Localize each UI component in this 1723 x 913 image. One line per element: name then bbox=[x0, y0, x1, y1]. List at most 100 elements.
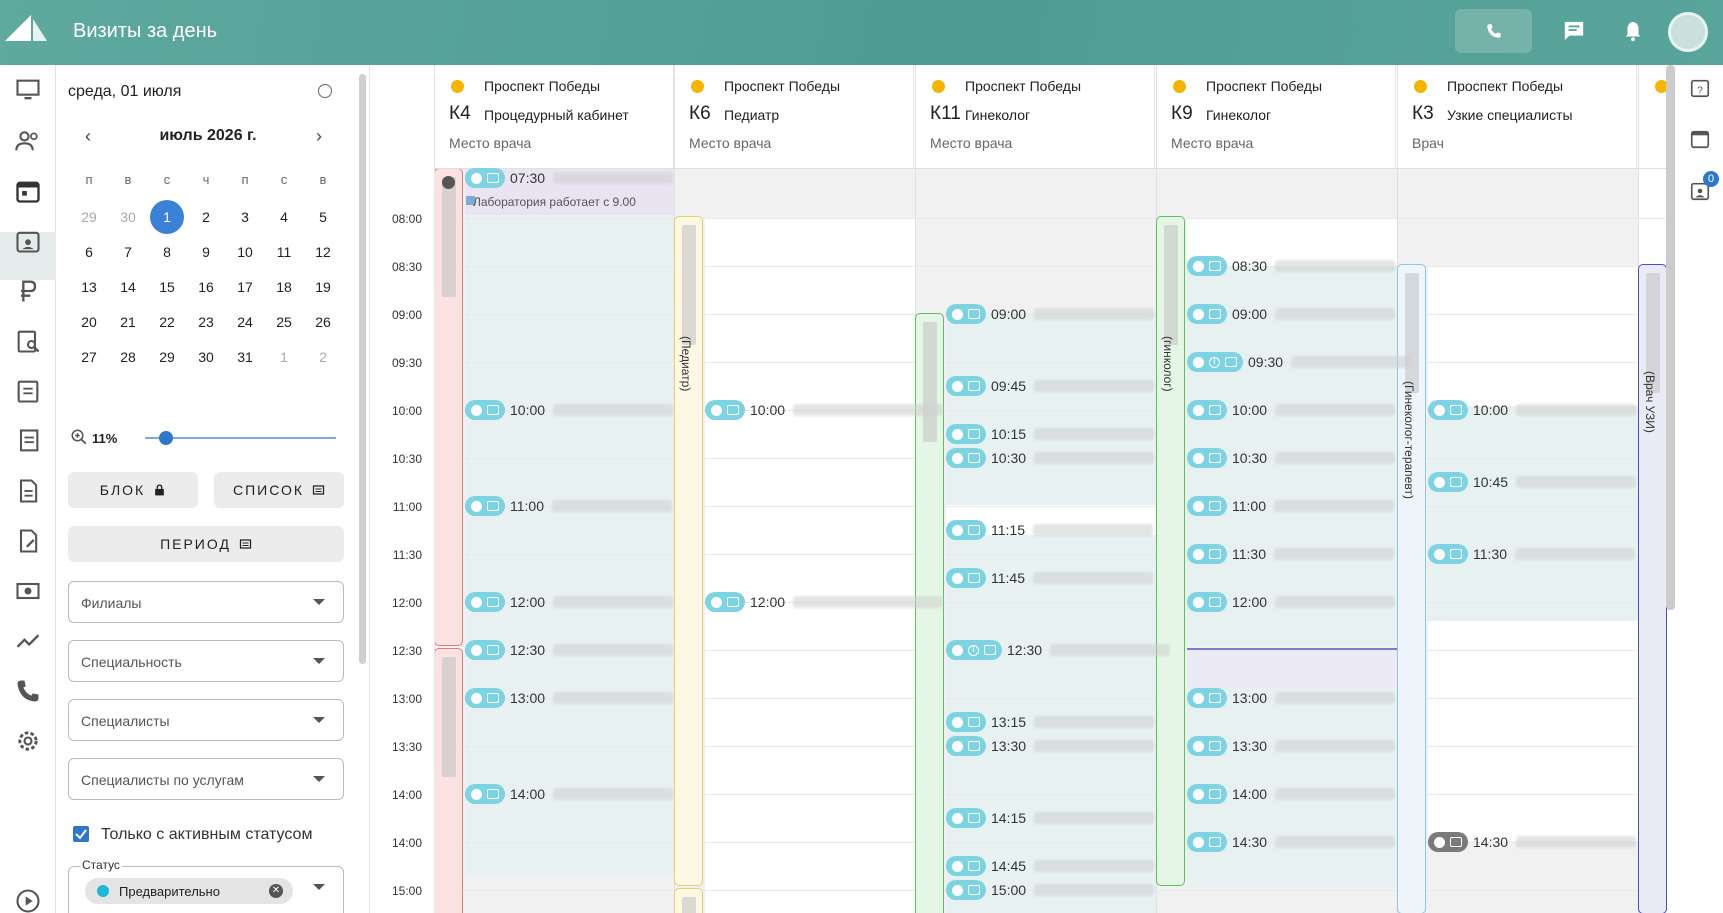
appointment[interactable]: 14:30 bbox=[1428, 832, 1637, 852]
appointment[interactable]: 14:00 bbox=[465, 784, 674, 804]
appointment[interactable]: 11:30 bbox=[1187, 544, 1394, 564]
appointment[interactable]: 09:00 bbox=[1187, 304, 1396, 324]
appointment-status-pill[interactable] bbox=[1187, 400, 1227, 420]
active-only-checkbox[interactable] bbox=[73, 826, 89, 842]
specialty-select[interactable]: Специальность bbox=[68, 640, 344, 682]
appointment[interactable]: 12:30 bbox=[465, 640, 674, 660]
calendar-day[interactable]: 3 bbox=[228, 200, 262, 234]
doctor-band[interactable]: (Педиатр) bbox=[674, 216, 703, 886]
appointment[interactable]: i 09:30 bbox=[1187, 352, 1412, 372]
appointment[interactable]: 14:30 bbox=[1187, 832, 1396, 852]
appointment-status-pill[interactable] bbox=[1187, 496, 1227, 516]
calendar-day[interactable]: 1 bbox=[150, 200, 184, 234]
column-header[interactable]: Проспект Победы К3 Узкие специалисты Врач bbox=[1397, 65, 1637, 168]
appointment-status-pill[interactable] bbox=[705, 400, 745, 420]
appointment[interactable]: 09:00 bbox=[946, 304, 1155, 324]
column-header-partial[interactable] bbox=[1638, 65, 1668, 168]
appointment[interactable]: 13:30 bbox=[1187, 736, 1396, 756]
calendar-day[interactable]: 27 bbox=[72, 340, 106, 374]
logo-icon[interactable] bbox=[5, 15, 47, 41]
calendar-day[interactable]: 9 bbox=[189, 235, 223, 269]
appointment[interactable]: 10:45 bbox=[1428, 472, 1637, 492]
calendar-day[interactable]: 29 bbox=[72, 200, 106, 234]
appointment-status-pill[interactable] bbox=[465, 168, 505, 188]
appointment-status-pill[interactable] bbox=[1187, 832, 1227, 852]
calendar-person-icon[interactable] bbox=[14, 227, 42, 255]
appointment-status-pill[interactable] bbox=[946, 856, 986, 876]
appointment[interactable]: 13:00 bbox=[465, 688, 674, 708]
appointment-status-pill[interactable] bbox=[946, 808, 986, 828]
appointment-status-pill[interactable] bbox=[1428, 472, 1468, 492]
appointment-status-pill[interactable] bbox=[946, 448, 986, 468]
appointment-status-pill[interactable] bbox=[1187, 736, 1227, 756]
bell-icon[interactable] bbox=[1622, 20, 1644, 42]
circle-icon[interactable] bbox=[318, 84, 332, 98]
appointment[interactable]: 13:30 bbox=[946, 736, 1155, 756]
appointment-status-pill[interactable] bbox=[465, 592, 505, 612]
zoom-slider-track[interactable] bbox=[145, 437, 336, 439]
doctor-band[interactable]: (Врач УЗИ) bbox=[1638, 264, 1667, 913]
file-edit-icon[interactable] bbox=[14, 527, 42, 555]
appointment-status-pill[interactable] bbox=[465, 400, 505, 420]
calendar-day[interactable]: 1 bbox=[267, 340, 301, 374]
zoom-slider-knob[interactable] bbox=[159, 431, 173, 445]
sidebar-scrollbar[interactable] bbox=[359, 74, 366, 664]
doctor-band[interactable] bbox=[434, 168, 463, 646]
appointment[interactable]: 07:30 bbox=[465, 168, 674, 188]
calendar-day[interactable]: 24 bbox=[228, 305, 262, 339]
calendar-day[interactable]: 31 bbox=[228, 340, 262, 374]
users-icon[interactable] bbox=[14, 127, 42, 155]
cash-icon[interactable] bbox=[14, 577, 42, 605]
branches-select[interactable]: Филиалы bbox=[68, 581, 344, 623]
appointment[interactable]: 11:30 bbox=[1428, 544, 1635, 564]
calendar-day[interactable]: 15 bbox=[150, 270, 184, 304]
appointment-status-pill[interactable] bbox=[1187, 592, 1227, 612]
specialists-select[interactable]: Специалисты bbox=[68, 699, 344, 741]
service-specialists-select[interactable]: Специалисты по услугам bbox=[68, 758, 344, 800]
calendar-day[interactable]: 22 bbox=[150, 305, 184, 339]
appointment-status-pill[interactable] bbox=[946, 736, 986, 756]
calendar-day[interactable]: 12 bbox=[306, 235, 340, 269]
calendar-day[interactable]: 20 bbox=[72, 305, 106, 339]
ruble-icon[interactable] bbox=[14, 277, 42, 305]
appointment[interactable]: 13:15 bbox=[946, 712, 1155, 732]
calendar-day[interactable]: 4 bbox=[267, 200, 301, 234]
avatar[interactable] bbox=[1668, 12, 1708, 52]
calendar-day[interactable]: 30 bbox=[111, 200, 145, 234]
appointment-status-pill[interactable]: i bbox=[1187, 352, 1243, 372]
appointment-status-pill[interactable] bbox=[465, 784, 505, 804]
appointment-status-pill[interactable] bbox=[1428, 544, 1468, 564]
appointment[interactable]: 11:45 bbox=[946, 568, 1153, 588]
appointment-status-pill[interactable] bbox=[1428, 400, 1468, 420]
prev-month-button[interactable]: ‹ bbox=[85, 126, 91, 147]
close-icon[interactable]: ✕ bbox=[269, 884, 283, 898]
doctor-band[interactable] bbox=[674, 888, 703, 913]
clipboard-list-icon[interactable] bbox=[14, 377, 42, 405]
appointment-status-pill[interactable] bbox=[946, 304, 986, 324]
play-circle-icon[interactable] bbox=[14, 887, 42, 913]
appointment[interactable]: 11:15 bbox=[946, 520, 1153, 540]
appointment-status-pill[interactable] bbox=[1187, 256, 1227, 276]
call-button[interactable] bbox=[1455, 9, 1532, 53]
calendar-day[interactable]: 21 bbox=[111, 305, 145, 339]
appointment[interactable]: 15:00 bbox=[946, 880, 1155, 900]
appointment[interactable]: 12:00 bbox=[705, 592, 944, 612]
calendar-icon[interactable] bbox=[14, 177, 42, 205]
doctor-band[interactable]: (гинколог) bbox=[1156, 216, 1185, 886]
calendar-day[interactable]: 19 bbox=[306, 270, 340, 304]
appointment-status-pill[interactable] bbox=[946, 520, 986, 540]
calendar-day[interactable]: 2 bbox=[189, 200, 223, 234]
column-header[interactable]: Проспект Победы К9 Гинеколог Место врача bbox=[1156, 65, 1396, 168]
calendar-day[interactable]: 23 bbox=[189, 305, 223, 339]
appointment-status-pill[interactable] bbox=[1187, 448, 1227, 468]
file-icon[interactable] bbox=[14, 477, 42, 505]
calendar-day[interactable]: 16 bbox=[189, 270, 223, 304]
appointment-status-pill[interactable] bbox=[946, 376, 986, 396]
calendar-day[interactable]: 25 bbox=[267, 305, 301, 339]
appointment-status-pill[interactable] bbox=[946, 880, 986, 900]
schedule-scrollbar[interactable] bbox=[1666, 65, 1675, 610]
calendar-day[interactable]: 11 bbox=[267, 235, 301, 269]
appointment[interactable]: 14:00 bbox=[1187, 784, 1396, 804]
column-header[interactable]: Проспект Победы К6 Педиатр Место врача bbox=[674, 65, 914, 168]
appointment-status-pill[interactable] bbox=[705, 592, 745, 612]
